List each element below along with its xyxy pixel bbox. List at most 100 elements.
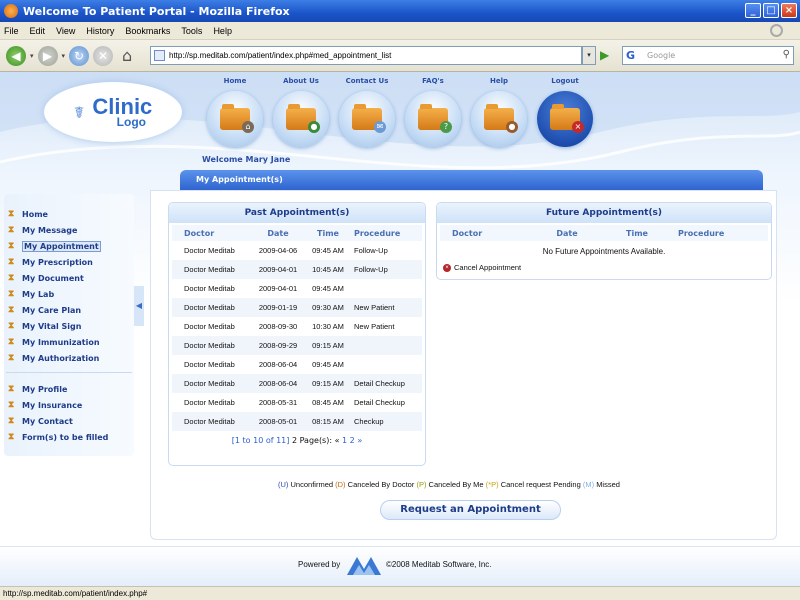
page-favicon-icon (154, 50, 165, 61)
menu-bar: File Edit View History Bookmarks Tools H… (0, 22, 800, 40)
back-button[interactable]: ◀ (6, 45, 26, 66)
cancel-appointment-link[interactable]: × Cancel Appointment (443, 263, 771, 272)
sidebar-item-my-lab[interactable]: ⧗ My Lab (8, 287, 54, 301)
forward-history-dropdown[interactable]: ▾ (62, 52, 66, 60)
nav-help[interactable]: Help ● (468, 77, 530, 147)
menu-history[interactable]: History (86, 26, 114, 36)
menu-tools[interactable]: Tools (181, 26, 202, 36)
cell-procedure: Detail Checkup (354, 379, 405, 388)
pager-page-1[interactable]: 1 (342, 436, 347, 445)
stop-button[interactable]: ✕ (93, 45, 114, 66)
table-row[interactable]: Doctor Meditab 2009-04-01 10:45 AM Follow-U… (172, 260, 422, 279)
table-row[interactable]: Doctor Meditab 2008-05-01 08:15 AM Checkup (172, 412, 422, 431)
sidebar-item-my-message[interactable]: ⧗ My Message (8, 223, 77, 237)
cell-date: 2008-05-31 (258, 398, 298, 407)
maximize-button[interactable]: □ (763, 3, 779, 18)
col-doctor[interactable]: Doctor (172, 229, 248, 238)
table-row[interactable]: Doctor Meditab 2008-05-31 08:45 AM Detail C… (172, 393, 422, 412)
reload-button[interactable]: ↻ (69, 45, 90, 66)
forward-button[interactable]: ▶ (37, 45, 58, 66)
col-date[interactable]: Date (532, 229, 602, 238)
cell-date: 2008-06-04 (258, 360, 298, 369)
table-row[interactable]: Doctor Meditab 2008-06-04 09:45 AM (172, 355, 422, 374)
sidebar-item-my-authorization[interactable]: ⧗ My Authorization (8, 351, 99, 365)
col-time[interactable]: Time (602, 229, 672, 238)
request-appointment-button[interactable]: Request an Appointment (380, 500, 561, 520)
cell-time: 09:45 AM (312, 360, 344, 369)
menu-file[interactable]: File (4, 26, 19, 36)
sidebar-item-my-care-plan[interactable]: ⧗ My Care Plan (8, 303, 81, 317)
menu-view[interactable]: View (56, 26, 75, 36)
url-dropdown-button[interactable]: ▾ (582, 46, 596, 65)
table-row[interactable]: Doctor Meditab 2009-01-19 09:30 AM New Pati… (172, 298, 422, 317)
table-row[interactable]: Doctor Meditab 2008-06-04 09:15 AM Detail C… (172, 374, 422, 393)
hourglass-icon: ⧗ (8, 209, 15, 219)
table-row[interactable]: Doctor Meditab 2009-04-06 09:45 AM Follow-U… (172, 241, 422, 260)
pager-next[interactable]: » (357, 436, 362, 445)
nav-home-button[interactable]: ⌂ (207, 91, 263, 147)
menu-bookmarks[interactable]: Bookmarks (125, 26, 170, 36)
nav-about-us-button[interactable]: ● (273, 91, 329, 147)
cell-doctor: Doctor Meditab (184, 341, 235, 350)
google-search-engine-icon[interactable]: G (626, 49, 635, 62)
legend-key-missed: (M) (582, 480, 595, 489)
col-time[interactable]: Time (308, 229, 348, 238)
sidebar-item-my-vital-sign[interactable]: ⧗ My Vital Sign (8, 319, 81, 333)
close-button[interactable]: × (781, 3, 797, 18)
col-date[interactable]: Date (248, 229, 308, 238)
cell-date: 2008-05-01 (258, 417, 298, 426)
browser-status-bar: http://sp.meditab.com/patient/index.php# (0, 586, 800, 600)
sidebar-item-my-appointment[interactable]: ⧗ My Appointment (8, 239, 101, 253)
logo-text-line1: Clinic (92, 93, 153, 119)
cell-date: 2009-04-01 (258, 265, 298, 274)
sidebar-item-my-immunization[interactable]: ⧗ My Immunization (8, 335, 100, 349)
hourglass-icon: ⧗ (8, 241, 15, 251)
sidebar-item-forms-to-be-filled[interactable]: ⧗ Form(s) to be filled (8, 430, 108, 444)
back-history-dropdown[interactable]: ▾ (30, 52, 34, 60)
col-doctor[interactable]: Doctor (440, 229, 532, 238)
sidebar-item-my-document[interactable]: ⧗ My Document (8, 271, 84, 285)
pager-page-2[interactable]: 2 (350, 436, 355, 445)
nav-contact-us[interactable]: Contact Us ✉ (336, 77, 398, 147)
sidebar-item-my-profile[interactable]: ⧗ My Profile (8, 382, 67, 396)
legend-canceled-by-me: Canceled By Me (428, 480, 484, 489)
menu-edit[interactable]: Edit (30, 26, 46, 36)
search-input[interactable]: G Google ⚲ (622, 46, 794, 65)
past-appointments-header: Doctor Date Time Procedure (172, 225, 422, 241)
search-magnifier-icon[interactable]: ⚲ (783, 49, 790, 60)
hourglass-icon: ⧗ (8, 337, 15, 347)
nav-help-button[interactable]: ● (471, 91, 527, 147)
nav-logout[interactable]: Logout × (534, 77, 596, 147)
meditab-logo-icon[interactable] (345, 553, 383, 577)
url-field[interactable]: http://sp.meditab.com/patient/index.php#… (150, 46, 582, 65)
nav-logout-button[interactable]: × (537, 91, 593, 147)
pager: [1 to 10 of 11] 2 Page(s): « 1 2 » (169, 436, 425, 445)
sidebar-item-my-contact[interactable]: ⧗ My Contact (8, 414, 73, 428)
sidebar-collapse-handle[interactable]: ◀ (134, 286, 144, 326)
hourglass-icon: ⧗ (8, 321, 15, 331)
nav-about-us[interactable]: About Us ● (270, 77, 332, 147)
home-button[interactable]: ⌂ (117, 46, 137, 66)
menu-help[interactable]: Help (213, 26, 232, 36)
hourglass-icon: ⧗ (8, 384, 15, 394)
nav-home[interactable]: Home ⌂ (204, 77, 266, 147)
table-row[interactable]: Doctor Meditab 2008-09-29 09:15 AM (172, 336, 422, 355)
table-row[interactable]: Doctor Meditab 2008-09-30 10:30 AM New Pati… (172, 317, 422, 336)
col-procedure[interactable]: Procedure (672, 229, 752, 238)
clinic-logo[interactable]: ☤ Clinic Logo (44, 82, 182, 142)
sidebar-item-home[interactable]: ⧗ Home (8, 207, 48, 221)
window-title: Welcome To Patient Portal - Mozilla Fire… (23, 4, 290, 18)
nav-contact-us-button[interactable]: ✉ (339, 91, 395, 147)
sidebar-item-my-prescription[interactable]: ⧗ My Prescription (8, 255, 93, 269)
sidebar-item-my-insurance[interactable]: ⧗ My Insurance (8, 398, 82, 412)
page-footer: Powered by ©2008 Meditab Software, Inc. (0, 546, 800, 586)
nav-faqs-button[interactable]: ? (405, 91, 461, 147)
logout-folder-icon: × (550, 104, 584, 133)
legend-key-canceled-by-doctor: (D) (335, 480, 346, 489)
minimize-button[interactable]: _ (745, 3, 761, 18)
go-arrow-icon[interactable]: ▶ (600, 48, 614, 62)
legend-key-cancel-pending: (*P) (485, 480, 499, 489)
col-procedure[interactable]: Procedure (348, 229, 418, 238)
nav-faqs[interactable]: FAQ's ? (402, 77, 464, 147)
table-row[interactable]: Doctor Meditab 2009-04-01 09:45 AM (172, 279, 422, 298)
